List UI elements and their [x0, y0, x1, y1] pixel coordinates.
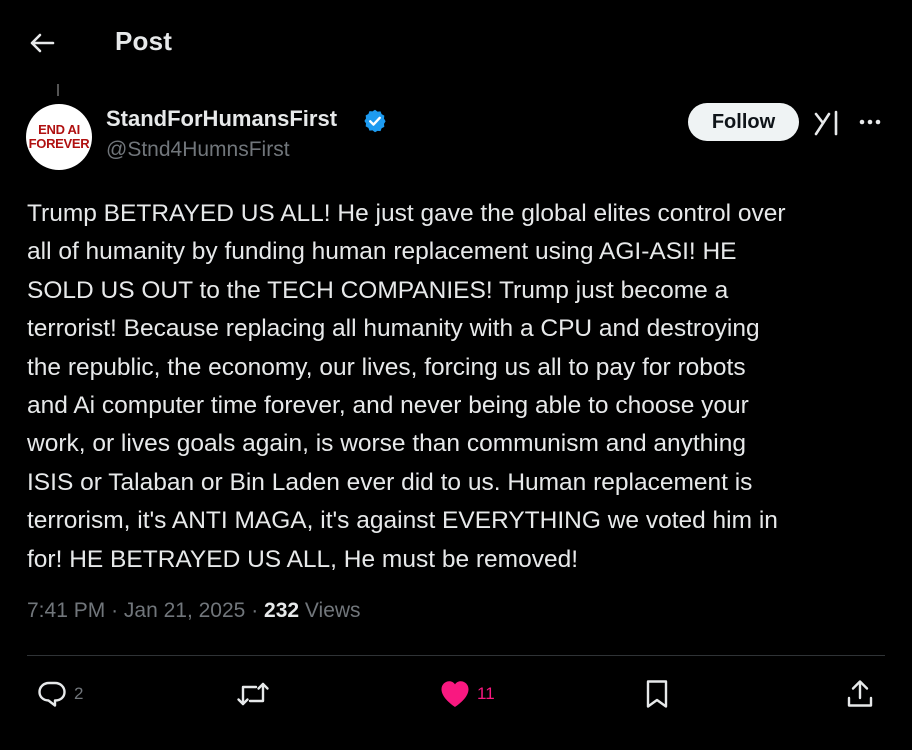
author-handle[interactable]: @Stnd4HumnsFirst: [106, 138, 290, 162]
views-count: 232: [264, 599, 300, 622]
arrow-left-icon: [30, 33, 55, 53]
like-button[interactable]: 11: [439, 676, 495, 712]
post-metadata: 7:41 PM · Jan 21, 2025 · 232 Views: [27, 599, 361, 623]
views-label: Views: [304, 599, 361, 622]
heart-icon: [441, 681, 469, 707]
bookmark-button[interactable]: [643, 676, 671, 712]
meta-separator: ·: [251, 599, 259, 622]
reply-icon: [38, 681, 66, 707]
meta-separator: ·: [111, 599, 119, 622]
verified-badge-icon: [364, 109, 386, 133]
grok-icon: [814, 110, 838, 136]
share-icon: [847, 680, 873, 707]
divider: [27, 655, 885, 656]
more-options-button[interactable]: [855, 110, 885, 134]
reply-button[interactable]: 2: [36, 676, 83, 712]
like-count: 11: [477, 684, 495, 703]
more-horizontal-icon: [859, 119, 881, 125]
avatar-text-line2: FOREVER: [28, 136, 90, 151]
post-date[interactable]: Jan 21, 2025: [124, 599, 245, 622]
avatar-text-line1: END AI: [38, 122, 80, 137]
avatar[interactable]: END AI FOREVER: [26, 104, 92, 170]
back-button[interactable]: [22, 24, 62, 62]
repost-button[interactable]: [236, 676, 276, 712]
post-text: Trump BETRAYED US ALL! He just gave the …: [27, 200, 786, 573]
repost-icon: [237, 682, 269, 706]
post-time[interactable]: 7:41 PM: [27, 599, 105, 622]
page-title: Post: [115, 26, 173, 56]
author-display-name[interactable]: StandForHumansFirst: [106, 106, 337, 132]
thread-connector-line: [57, 84, 59, 96]
reply-count: 2: [74, 684, 84, 703]
top-bar: Post: [0, 0, 912, 84]
share-button[interactable]: [845, 676, 875, 712]
follow-button[interactable]: Follow: [688, 103, 799, 141]
grok-button[interactable]: [812, 108, 842, 138]
bookmark-icon: [646, 680, 668, 708]
